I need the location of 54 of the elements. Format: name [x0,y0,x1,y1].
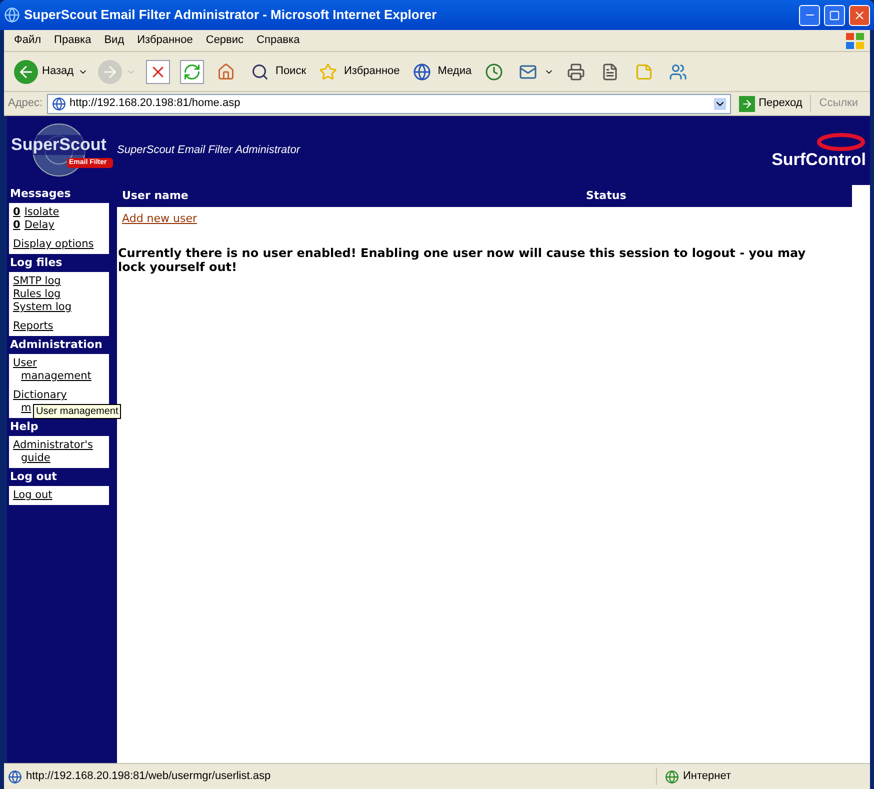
status-url: http://192.168.20.198:81/web/usermgr/userlist.asp [26,769,272,784]
page-icon [8,770,22,784]
forward-icon [98,60,122,84]
swirl-icon [816,132,866,150]
go-button[interactable]: Переход [734,95,806,112]
warning-message: Currently there is no user enabled! Enabling one user now will cause this session to logout - you may lock yourself out! [117,246,807,274]
brand-logo: SurfControl [772,150,866,168]
nav-link[interactable]: Administrator's guide [9,439,109,465]
zone-label: Интернет [683,769,731,784]
internet-zone-icon [665,770,679,784]
window-title: SuperScout Email Filter Administrator - Microsoft Internet Explorer [24,6,438,24]
browser-icon [4,7,20,23]
menu-item[interactable]: Вид [98,32,130,49]
section-heading: Help [9,419,40,435]
tooltip: User management [33,404,122,419]
section-heading: Log files [9,255,64,271]
page-icon [52,96,66,110]
back-icon [14,60,38,84]
minimize-button[interactable] [799,4,820,26]
close-icon [853,8,866,22]
menu-item[interactable]: Избранное [131,32,199,49]
section-heading: Messages [9,186,72,202]
back-button[interactable]: Назад [12,56,90,88]
nav-link[interactable]: Display options [9,238,109,251]
nav-link[interactable]: Reports [9,320,109,333]
nav-link[interactable]: Log out [9,489,109,502]
menu-item[interactable]: Правка [48,32,98,49]
banner-title: SuperScout Email Filter Administrator [117,143,300,158]
nav-link[interactable]: System log [9,301,109,314]
address-label: Адрес: [8,96,43,112]
stop-icon [146,60,170,84]
refresh-icon [180,60,204,84]
column-header: User name [121,188,190,204]
windows-logo-icon [844,30,866,50]
search-button[interactable]: Поиск [246,56,308,88]
favorites-button[interactable]: Избранное [314,56,402,88]
nav-link[interactable]: SMTP log [9,275,109,288]
menu-item[interactable]: Справка [250,32,306,49]
logo-text: SuperScout [11,134,106,154]
address-field[interactable]: http://192.168.20.198:81/home.asp [46,94,731,114]
menu-item[interactable]: Сервис [200,32,250,49]
nav-link[interactable]: Rules log [9,288,109,301]
add-user-link[interactable]: Add new user [122,211,198,228]
nav-link[interactable]: 0 Delay [9,219,109,232]
media-button[interactable]: Медиа [408,56,474,88]
section-heading: Administration [9,337,104,353]
maximize-button[interactable] [824,4,845,26]
nav-link[interactable]: User management [9,357,109,383]
column-header: Status [586,188,626,204]
close-button[interactable] [849,4,870,26]
nav-link[interactable]: 0 Isolate [9,206,109,219]
menu-item[interactable]: Файл [8,32,48,49]
maximize-icon [829,10,840,20]
section-heading: Log out [9,469,58,485]
